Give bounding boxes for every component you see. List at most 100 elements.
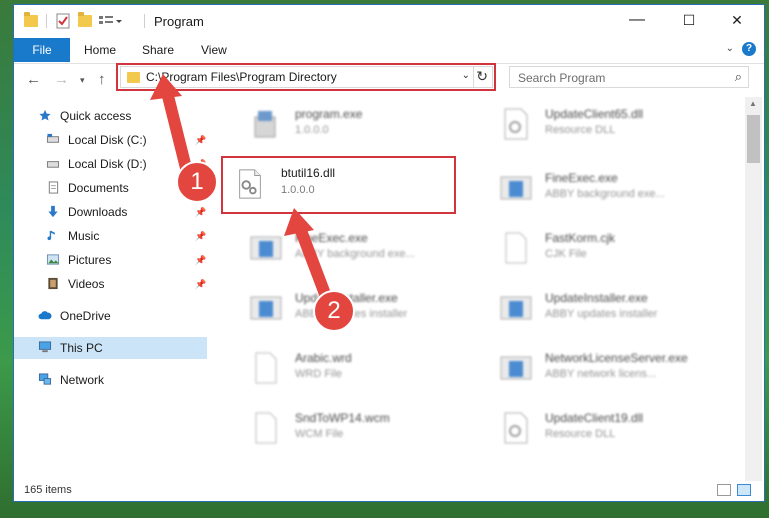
file-description: CJK File xyxy=(545,248,587,260)
address-bar[interactable]: C:\Program Files\Program Directory ⌄ ↻ xyxy=(120,66,493,88)
address-divider xyxy=(473,67,474,87)
list-item[interactable]: Arabic.wrd WRD File xyxy=(239,341,479,397)
tiles-view-icon[interactable] xyxy=(737,484,751,496)
blank-file-icon xyxy=(255,412,277,444)
customize-toolbar-icon[interactable] xyxy=(98,12,124,30)
up-arrow-icon[interactable]: ↑ xyxy=(98,71,106,88)
ribbon-tabs: File Home Share View ⌄ ? xyxy=(14,37,764,64)
sidebar-item-label: Music xyxy=(68,229,100,243)
search-input[interactable]: Search Program ⌕ xyxy=(509,66,749,88)
list-item[interactable]: FineExec.exe ABBY background exe... xyxy=(239,221,479,277)
close-button[interactable]: ✕ xyxy=(714,5,760,35)
sidebar-item-pictures[interactable]: Pictures 📌 xyxy=(14,249,207,271)
sidebar-item-label: Network xyxy=(60,373,105,387)
sidebar-item-this-pc[interactable]: This PC xyxy=(14,337,207,359)
sidebar-item-music[interactable]: Music 📌 xyxy=(14,225,207,247)
list-item[interactable]: FastKorm.cjk CJK File xyxy=(489,221,729,277)
pin-icon[interactable]: 📌 xyxy=(195,135,206,146)
item-count: 165 items xyxy=(24,484,72,496)
tab-home[interactable]: Home xyxy=(84,43,116,57)
dll-icon xyxy=(504,412,528,444)
list-item[interactable]: UpdateInstaller.exe ABBY updates install… xyxy=(239,281,479,337)
vertical-scrollbar[interactable]: ▲ xyxy=(745,97,762,481)
file-name: program.exe xyxy=(295,107,363,121)
file-name: SndToWP14.wcm xyxy=(295,411,390,425)
sidebar-item-label: Local Disk (D:) xyxy=(68,157,147,171)
cloud-icon xyxy=(38,311,52,320)
list-item[interactable]: UpdateInstaller.exe ABBY updates install… xyxy=(489,281,729,337)
star-icon xyxy=(39,109,51,121)
file-description: 1.0.0.0 xyxy=(295,124,329,136)
sidebar-item-network[interactable]: Network xyxy=(14,369,207,391)
drive-icon xyxy=(46,161,60,168)
app-window-icon xyxy=(500,296,532,320)
file-name: Arabic.wrd xyxy=(295,351,352,365)
callout-number-2: 2 xyxy=(327,297,341,324)
file-name: UpdateClient19.dll xyxy=(545,411,644,425)
help-icon[interactable]: ? xyxy=(742,42,756,56)
videos-icon xyxy=(48,277,58,290)
maximize-button[interactable]: ☐ xyxy=(666,5,712,35)
properties-icon[interactable] xyxy=(56,12,70,30)
title-bar: Program — ☐ ✕ xyxy=(14,5,764,37)
qa-separator xyxy=(46,14,47,28)
folder-icon xyxy=(24,12,38,30)
details-view-icon[interactable] xyxy=(717,484,731,496)
callout-number-1: 1 xyxy=(190,168,204,195)
back-arrow-icon[interactable]: ← xyxy=(26,71,41,88)
list-item[interactable]: SndToWP14.wcm WCM File xyxy=(239,401,479,457)
new-folder-icon[interactable] xyxy=(78,12,92,30)
minimize-button[interactable]: — xyxy=(614,5,660,35)
list-item[interactable]: UpdateClient19.dll Resource DLL xyxy=(489,401,729,457)
dll-icon xyxy=(504,108,528,140)
app-window-icon xyxy=(250,296,282,320)
file-description: WCM File xyxy=(295,428,344,440)
pin-icon[interactable]: 📌 xyxy=(195,207,206,218)
list-item[interactable]: program.exe 1.0.0.0 xyxy=(239,97,479,153)
pin-icon[interactable]: 📌 xyxy=(195,255,206,266)
sidebar-item-label: Quick access xyxy=(60,109,132,123)
folder-icon xyxy=(127,71,140,83)
program-icon xyxy=(254,111,276,138)
sidebar-item-label: Local Disk (C:) xyxy=(68,133,147,147)
tab-view[interactable]: View xyxy=(201,43,227,57)
navigation-bar: ← → ▾ ↑ C:\Program Files\Program Directo… xyxy=(14,63,764,95)
file-name: UpdateInstaller.exe xyxy=(545,291,648,305)
pin-icon[interactable]: 📌 xyxy=(195,279,206,290)
music-icon xyxy=(47,230,55,241)
sidebar-item-downloads[interactable]: Downloads 📌 xyxy=(14,201,207,223)
sidebar-item-quick-access[interactable]: Quick access xyxy=(14,105,207,127)
tab-file[interactable]: File xyxy=(14,38,70,62)
chevron-down-icon[interactable]: ⌄ xyxy=(726,43,734,54)
forward-arrow-icon[interactable]: → xyxy=(54,71,69,88)
file-description: Resource DLL xyxy=(545,124,616,136)
file-description: WRD File xyxy=(295,368,343,380)
list-item[interactable]: UpdateClient65.dll Resource DLL xyxy=(489,97,729,153)
sidebar-item-videos[interactable]: Videos 📌 xyxy=(14,273,207,295)
drive-icon xyxy=(46,133,60,143)
file-description: ABBY background exe... xyxy=(295,248,415,260)
refresh-icon[interactable]: ↻ xyxy=(476,68,488,85)
file-description: ABBY updates installer xyxy=(545,308,658,320)
file-description: ABBY background exe... xyxy=(545,188,665,200)
scroll-up-icon[interactable]: ▲ xyxy=(749,99,757,108)
scrollbar-thumb[interactable] xyxy=(747,115,760,163)
documents-icon xyxy=(48,181,59,194)
app-window-icon xyxy=(250,236,282,260)
window-title: Program xyxy=(154,14,204,29)
pin-icon[interactable]: 📌 xyxy=(195,231,206,242)
download-icon xyxy=(48,205,58,218)
tab-share[interactable]: Share xyxy=(142,43,174,57)
search-icon[interactable]: ⌕ xyxy=(735,69,742,85)
computer-icon xyxy=(38,341,52,353)
chevron-down-icon[interactable]: ⌄ xyxy=(462,70,470,81)
status-bar: 165 items xyxy=(14,481,764,501)
recent-locations-icon[interactable]: ▾ xyxy=(80,75,85,86)
list-item[interactable]: FineExec.exe ABBY background exe... xyxy=(489,161,729,217)
sidebar-item-label: Videos xyxy=(68,277,105,291)
file-list: program.exe 1.0.0.0 UpdateClient65.dll R… xyxy=(219,97,745,482)
list-item[interactable]: NetworkLicenseServer.exe ABBY network li… xyxy=(489,341,729,397)
sidebar-item-onedrive[interactable]: OneDrive xyxy=(14,305,207,327)
sidebar-item-local-disk-c[interactable]: Local Disk (C:) 📌 xyxy=(14,129,207,151)
file-description: Resource DLL xyxy=(545,428,616,440)
